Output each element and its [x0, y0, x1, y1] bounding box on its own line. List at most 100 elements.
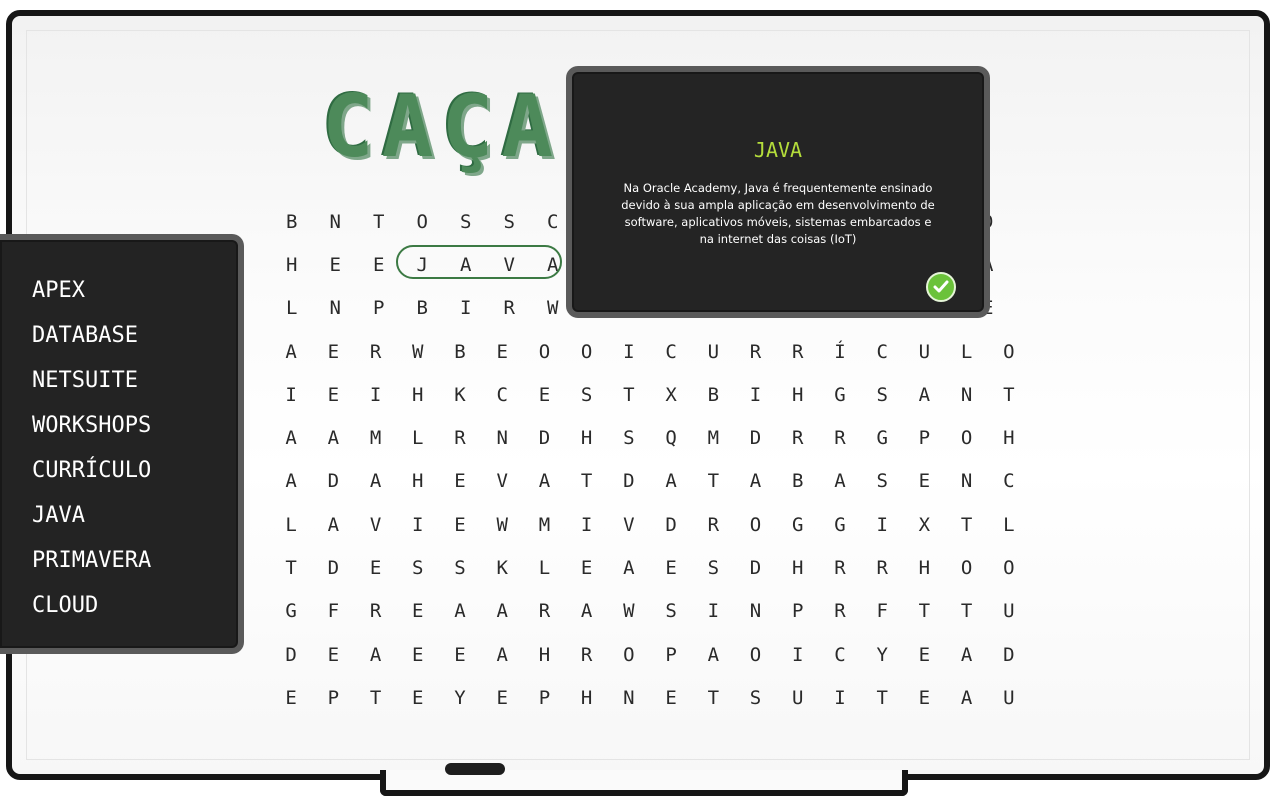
grid-cell[interactable]: L: [523, 557, 565, 579]
menu-item-netsuite[interactable]: NETSUITE: [32, 368, 138, 393]
grid-cell[interactable]: U: [777, 687, 819, 709]
grid-cell[interactable]: B: [270, 211, 314, 233]
grid-cell[interactable]: S: [439, 557, 481, 579]
grid-cell[interactable]: K: [439, 384, 481, 406]
grid-cell[interactable]: W: [608, 600, 650, 622]
grid-cell[interactable]: H: [270, 254, 314, 276]
grid-cell[interactable]: D: [270, 644, 312, 666]
grid-cell[interactable]: A: [692, 644, 734, 666]
grid-cell[interactable]: G: [819, 384, 861, 406]
menu-item-curriculo[interactable]: CURRÍCULO: [32, 458, 151, 483]
grid-cell[interactable]: C: [650, 341, 692, 363]
grid-cell[interactable]: G: [819, 514, 861, 536]
grid-cell[interactable]: N: [946, 470, 988, 492]
grid-cell[interactable]: W: [397, 341, 439, 363]
grid-cell[interactable]: I: [861, 514, 903, 536]
grid-cell[interactable]: E: [354, 557, 396, 579]
grid-cell[interactable]: E: [397, 600, 439, 622]
grid-cell[interactable]: X: [650, 384, 692, 406]
grid-cell[interactable]: V: [608, 514, 650, 536]
grid-cell[interactable]: A: [608, 557, 650, 579]
grid-cell[interactable]: T: [946, 514, 988, 536]
grid-cell[interactable]: E: [439, 644, 481, 666]
grid-cell[interactable]: N: [946, 384, 988, 406]
grid-cell[interactable]: R: [566, 644, 608, 666]
grid-cell[interactable]: Y: [861, 644, 903, 666]
grid-cell[interactable]: N: [481, 427, 523, 449]
grid-cell[interactable]: I: [270, 384, 312, 406]
grid-cell[interactable]: D: [734, 557, 776, 579]
grid-cell[interactable]: G: [777, 514, 819, 536]
grid-cell[interactable]: H: [397, 384, 439, 406]
grid-cell[interactable]: R: [439, 427, 481, 449]
grid-cell[interactable]: S: [650, 600, 692, 622]
grid-cell[interactable]: P: [312, 687, 354, 709]
grid-cell[interactable]: H: [777, 384, 819, 406]
grid-cell[interactable]: D: [312, 557, 354, 579]
grid-cell[interactable]: I: [777, 644, 819, 666]
grid-cell[interactable]: G: [270, 600, 312, 622]
grid-cell[interactable]: T: [692, 470, 734, 492]
grid-cell[interactable]: E: [523, 384, 565, 406]
grid-cell[interactable]: P: [650, 644, 692, 666]
grid-cell[interactable]: D: [523, 427, 565, 449]
grid-cell[interactable]: R: [861, 557, 903, 579]
grid-cell[interactable]: P: [523, 687, 565, 709]
grid-cell[interactable]: R: [777, 341, 819, 363]
grid-cell[interactable]: H: [397, 470, 439, 492]
grid-cell[interactable]: Y: [439, 687, 481, 709]
grid-cell[interactable]: S: [734, 687, 776, 709]
grid-cell[interactable]: T: [608, 384, 650, 406]
menu-item-java[interactable]: JAVA: [32, 503, 85, 528]
grid-cell[interactable]: E: [481, 341, 523, 363]
grid-cell[interactable]: O: [401, 211, 445, 233]
grid-cell[interactable]: A: [903, 384, 945, 406]
grid-cell[interactable]: N: [608, 687, 650, 709]
grid-cell[interactable]: C: [988, 470, 1030, 492]
grid-cell[interactable]: A: [439, 600, 481, 622]
grid-cell[interactable]: I: [608, 341, 650, 363]
grid-cell[interactable]: P: [777, 600, 819, 622]
grid-cell[interactable]: F: [312, 600, 354, 622]
grid-cell[interactable]: L: [397, 427, 439, 449]
grid-cell[interactable]: D: [312, 470, 354, 492]
grid-cell[interactable]: L: [270, 514, 312, 536]
grid-cell[interactable]: S: [861, 384, 903, 406]
grid-cell[interactable]: W: [481, 514, 523, 536]
grid-cell[interactable]: S: [692, 557, 734, 579]
grid-cell[interactable]: P: [357, 297, 401, 319]
grid-cell[interactable]: O: [988, 341, 1030, 363]
grid-cell[interactable]: R: [354, 600, 396, 622]
grid-cell[interactable]: E: [903, 644, 945, 666]
grid-cell[interactable]: N: [314, 297, 358, 319]
grid-cell[interactable]: L: [946, 341, 988, 363]
grid-cell[interactable]: A: [734, 470, 776, 492]
grid-cell[interactable]: D: [734, 427, 776, 449]
grid-cell[interactable]: S: [566, 384, 608, 406]
grid-cell[interactable]: I: [819, 687, 861, 709]
grid-cell[interactable]: R: [692, 514, 734, 536]
grid-cell[interactable]: A: [946, 644, 988, 666]
grid-cell[interactable]: I: [566, 514, 608, 536]
check-circle-icon[interactable]: [926, 272, 956, 302]
grid-cell[interactable]: S: [861, 470, 903, 492]
grid-cell[interactable]: V: [481, 470, 523, 492]
grid-cell[interactable]: R: [819, 427, 861, 449]
grid-cell[interactable]: F: [861, 600, 903, 622]
grid-cell[interactable]: E: [357, 254, 401, 276]
grid-cell[interactable]: H: [523, 644, 565, 666]
grid-cell[interactable]: A: [270, 427, 312, 449]
grid-cell[interactable]: E: [481, 687, 523, 709]
grid-cell[interactable]: A: [650, 470, 692, 492]
grid-cell[interactable]: R: [734, 341, 776, 363]
grid-cell[interactable]: U: [988, 600, 1030, 622]
menu-item-cloud[interactable]: CLOUD: [32, 593, 98, 618]
grid-cell[interactable]: E: [397, 644, 439, 666]
grid-cell[interactable]: I: [354, 384, 396, 406]
grid-cell[interactable]: R: [488, 297, 532, 319]
grid-cell[interactable]: E: [397, 687, 439, 709]
grid-cell[interactable]: C: [861, 341, 903, 363]
menu-item-database[interactable]: DATABASE: [32, 323, 138, 348]
grid-cell[interactable]: A: [523, 470, 565, 492]
grid-cell[interactable]: A: [354, 644, 396, 666]
